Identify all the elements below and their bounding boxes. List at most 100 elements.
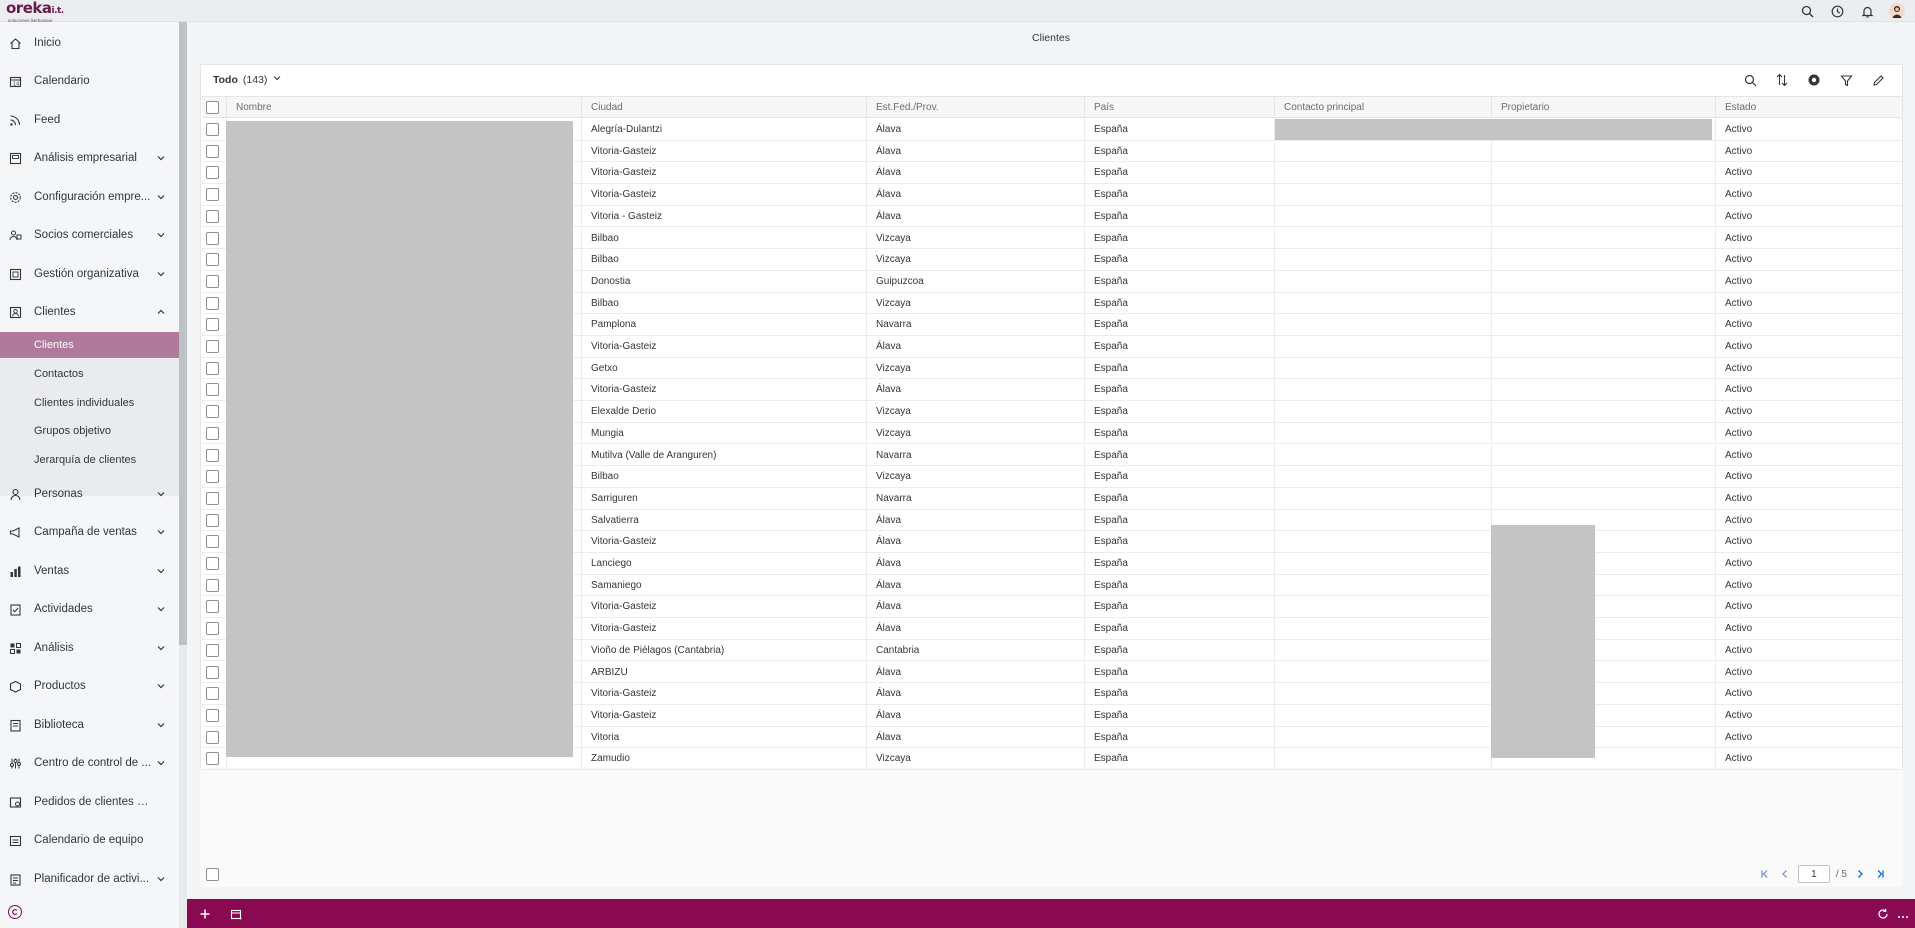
page-number-input[interactable]: [1797, 865, 1830, 883]
row-checkbox[interactable]: [206, 231, 219, 245]
row-checkbox[interactable]: [206, 296, 219, 310]
sidebar-subitem-label: Contactos: [34, 368, 84, 380]
row-checkbox[interactable]: [206, 144, 219, 158]
column-header-pais[interactable]: País: [1084, 97, 1274, 118]
more-options-icon[interactable]: [1895, 906, 1911, 922]
column-header-nombre[interactable]: Nombre: [226, 97, 514, 118]
sidebar-item-productos[interactable]: Productos: [0, 672, 179, 700]
cell-ciudad: Sarriguren: [581, 487, 867, 509]
sidebar-item-label: Calendario: [34, 75, 90, 87]
select-all-checkbox[interactable]: [206, 101, 219, 114]
row-checkbox[interactable]: [206, 209, 219, 223]
view-selector[interactable]: Todo (143): [213, 73, 282, 86]
last-page-icon[interactable]: [1873, 867, 1887, 881]
settings-gear-icon[interactable]: [1805, 71, 1823, 89]
row-checkbox[interactable]: [206, 578, 219, 592]
person-icon: [8, 487, 22, 501]
row-checkbox[interactable]: [206, 665, 219, 679]
cell-propietario: [1491, 422, 1715, 444]
row-checkbox[interactable]: [206, 600, 219, 614]
sidebar-item-analisis-empresarial[interactable]: Análisis empresarial: [0, 144, 179, 172]
recent-history-icon[interactable]: [1829, 3, 1845, 19]
row-checkbox[interactable]: [206, 557, 219, 570]
row-checkbox[interactable]: [206, 426, 219, 440]
sidebar-item-campana-ventas[interactable]: Campaña de ventas: [0, 518, 179, 546]
row-checkbox[interactable]: [206, 166, 219, 180]
column-header-ciudad[interactable]: Ciudad: [581, 97, 867, 118]
sidebar-subitem-grupos-objetivo[interactable]: Grupos objetivo: [0, 418, 179, 444]
row-checkbox[interactable]: [206, 470, 219, 484]
cell-ciudad: Getxo: [581, 357, 867, 379]
row-checkbox[interactable]: [206, 643, 219, 657]
sidebar-item-personas[interactable]: Personas: [0, 480, 179, 508]
row-checkbox[interactable]: [206, 340, 219, 353]
sidebar-item-feed[interactable]: Feed: [0, 106, 179, 134]
sidebar-item-label: Configuración empre...: [34, 191, 151, 203]
cell-estado: Activo: [1715, 227, 1902, 249]
sidebar-subitem-clientes[interactable]: Clientes: [0, 332, 179, 358]
sidebar-item-actividades[interactable]: Actividades: [0, 595, 179, 623]
refresh-icon[interactable]: [1875, 906, 1891, 922]
column-header-contacto[interactable]: Contacto principal: [1274, 97, 1491, 118]
first-page-icon[interactable]: [1758, 867, 1772, 881]
sidebar-subitem-clientes-individuales[interactable]: Clientes individuales: [0, 390, 179, 416]
sidebar-item-ventas[interactable]: Ventas: [0, 557, 179, 585]
row-checkbox[interactable]: [206, 535, 219, 549]
sidebar-item-centro-control[interactable]: Centro de control de ...: [0, 749, 179, 777]
cell-pais: España: [1084, 704, 1274, 726]
row-checkbox[interactable]: [206, 123, 219, 136]
column-header-propietario[interactable]: Propietario: [1491, 97, 1715, 118]
cell-propietario: [1491, 162, 1715, 184]
row-checkbox[interactable]: [206, 622, 219, 636]
sort-icon[interactable]: [1773, 71, 1791, 89]
row-checkbox[interactable]: [206, 708, 219, 722]
page-total: / 5: [1835, 868, 1847, 880]
sidebar-item-calendario-equipo[interactable]: Calendario de equipo: [0, 826, 179, 854]
cell-ciudad: Bilbao: [581, 292, 867, 314]
calendar-add-icon[interactable]: [228, 906, 244, 922]
sidebar-item-clientes[interactable]: Clientes: [0, 298, 179, 326]
next-page-icon[interactable]: [1853, 867, 1867, 881]
row-checkbox[interactable]: [206, 730, 219, 744]
notifications-bell-icon[interactable]: [1859, 3, 1875, 19]
user-avatar[interactable]: [1889, 3, 1905, 19]
column-header-provincia[interactable]: Est.Fed./Prov.: [866, 97, 1084, 118]
filter-icon[interactable]: [1837, 71, 1855, 89]
company-logo[interactable]: orekai.t. soluciones ikerbasque: [6, 1, 66, 24]
row-checkbox[interactable]: [206, 513, 219, 527]
cell-provincia: Vizcaya: [866, 357, 1084, 379]
edit-pencil-icon[interactable]: [1869, 71, 1887, 89]
row-checkbox[interactable]: [206, 361, 219, 375]
add-icon[interactable]: [197, 906, 213, 922]
search-icon[interactable]: [1741, 71, 1759, 89]
sidebar-scrollbar-thumb[interactable]: [179, 22, 187, 645]
sidebar-item-biblioteca[interactable]: Biblioteca: [0, 711, 179, 739]
row-checkbox[interactable]: [206, 405, 219, 419]
sidebar-item-analisis[interactable]: Análisis: [0, 634, 179, 662]
sidebar-item-calendario[interactable]: 14 Calendario: [0, 67, 179, 95]
column-header-estado[interactable]: Estado: [1715, 97, 1902, 118]
sidebar-item-inicio[interactable]: Inicio: [0, 29, 179, 57]
sidebar-item-pedidos-ecc[interactable]: Pedidos de clientes ECC: [0, 788, 179, 816]
row-checkbox[interactable]: [206, 253, 219, 267]
sidebar-subitem-contactos[interactable]: Contactos: [0, 361, 179, 387]
sidebar-item-configuracion[interactable]: Configuración empre...: [0, 183, 179, 211]
cell-contacto: [1274, 639, 1491, 661]
cell-pais: España: [1084, 487, 1274, 509]
row-checkbox[interactable]: [206, 383, 219, 397]
copyright-icon[interactable]: [8, 905, 22, 919]
row-checkbox[interactable]: [206, 448, 219, 462]
row-checkbox[interactable]: [206, 188, 219, 202]
row-checkbox[interactable]: [206, 274, 219, 288]
search-icon[interactable]: [1799, 3, 1815, 19]
row-checkbox[interactable]: [206, 491, 219, 505]
row-checkbox[interactable]: [206, 752, 219, 766]
sidebar-subitem-jerarquia[interactable]: Jerarquía de clientes: [0, 447, 179, 473]
footer-checkbox[interactable]: [206, 868, 219, 881]
previous-page-icon[interactable]: [1778, 867, 1792, 881]
row-checkbox[interactable]: [206, 318, 219, 332]
sidebar-item-planificador[interactable]: Planificador de activi...: [0, 865, 179, 893]
sidebar-item-gestion-organizativa[interactable]: Gestión organizativa: [0, 260, 179, 288]
row-checkbox[interactable]: [206, 687, 219, 701]
sidebar-item-socios-comerciales[interactable]: Socios comerciales: [0, 221, 179, 249]
